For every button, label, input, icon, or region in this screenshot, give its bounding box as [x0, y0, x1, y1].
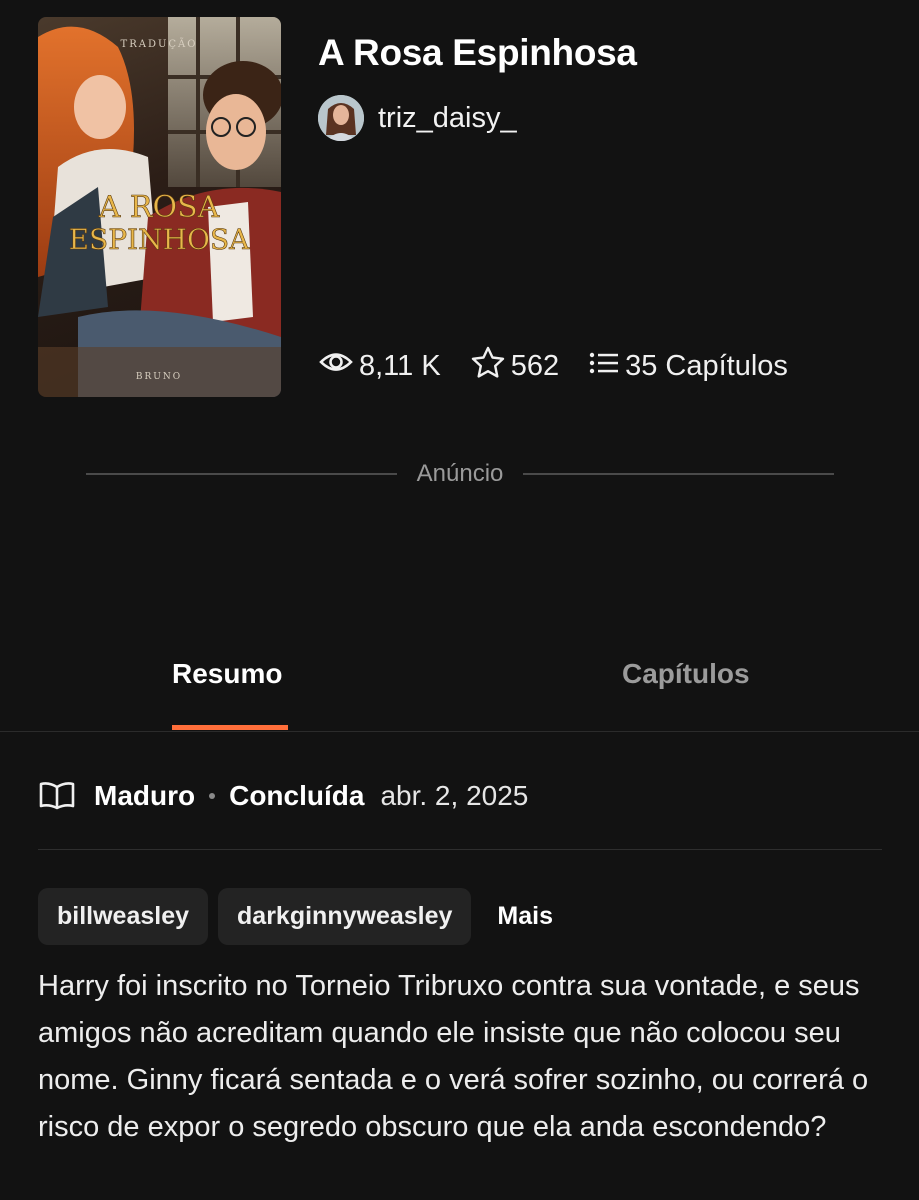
ad-label: Anúncio	[416, 460, 504, 487]
tag-chip[interactable]: darkginnyweasley	[218, 888, 472, 945]
tag-chip[interactable]: billweasley	[38, 888, 209, 945]
tag-list: billweasley darkginnyweasley Mais	[38, 888, 553, 945]
book-cover[interactable]: A ROSA ESPINHOSA TRADUÇÃO BRUNO	[38, 17, 281, 397]
tab-resumo[interactable]: Resumo	[172, 658, 282, 690]
views-count: 8,11 K	[359, 349, 441, 382]
story-stats: 8,11 K 562 35 Capítulos	[319, 346, 788, 386]
open-book-icon	[38, 781, 76, 811]
cover-title-line1: A ROSA	[98, 190, 220, 225]
more-tags-button[interactable]: Mais	[481, 902, 553, 931]
stars-stat: 562	[471, 346, 559, 386]
tab-bar: Resumo Capítulos	[0, 650, 919, 732]
ad-line-left	[86, 473, 397, 475]
cover-top-text: TRADUÇÃO	[121, 38, 198, 50]
rating-label: Maduro	[94, 780, 196, 811]
story-title: A Rosa Espinhosa	[318, 32, 637, 73]
tab-capitulos[interactable]: Capítulos	[622, 658, 750, 690]
publish-date: abr. 2, 2025	[380, 780, 529, 811]
list-icon	[589, 350, 619, 383]
active-tab-indicator	[172, 725, 288, 730]
separator-dot	[209, 793, 216, 799]
eye-icon	[319, 349, 353, 383]
ad-line-right	[523, 473, 835, 475]
chapters-count: 35 Capítulos	[625, 349, 788, 382]
author-link[interactable]: triz_daisy_	[318, 95, 517, 141]
views-stat: 8,11 K	[319, 349, 441, 383]
author-name[interactable]: triz_daisy_	[378, 102, 517, 135]
meta-divider	[38, 849, 882, 850]
cover-bottom-text: BRUNO	[136, 372, 182, 382]
cover-title-line2: ESPINHOSA	[69, 223, 251, 256]
story-meta: Maduro Concluída abr. 2, 2025	[38, 780, 528, 812]
chapters-stat: 35 Capítulos	[589, 350, 788, 383]
author-avatar[interactable]	[318, 95, 364, 141]
star-icon	[471, 346, 505, 386]
ad-divider: Anúncio	[86, 460, 835, 488]
story-summary: Harry foi inscrito no Torneio Tribruxo c…	[38, 970, 869, 1143]
stars-count: 562	[510, 349, 560, 382]
status-label: Concluída	[229, 780, 365, 811]
